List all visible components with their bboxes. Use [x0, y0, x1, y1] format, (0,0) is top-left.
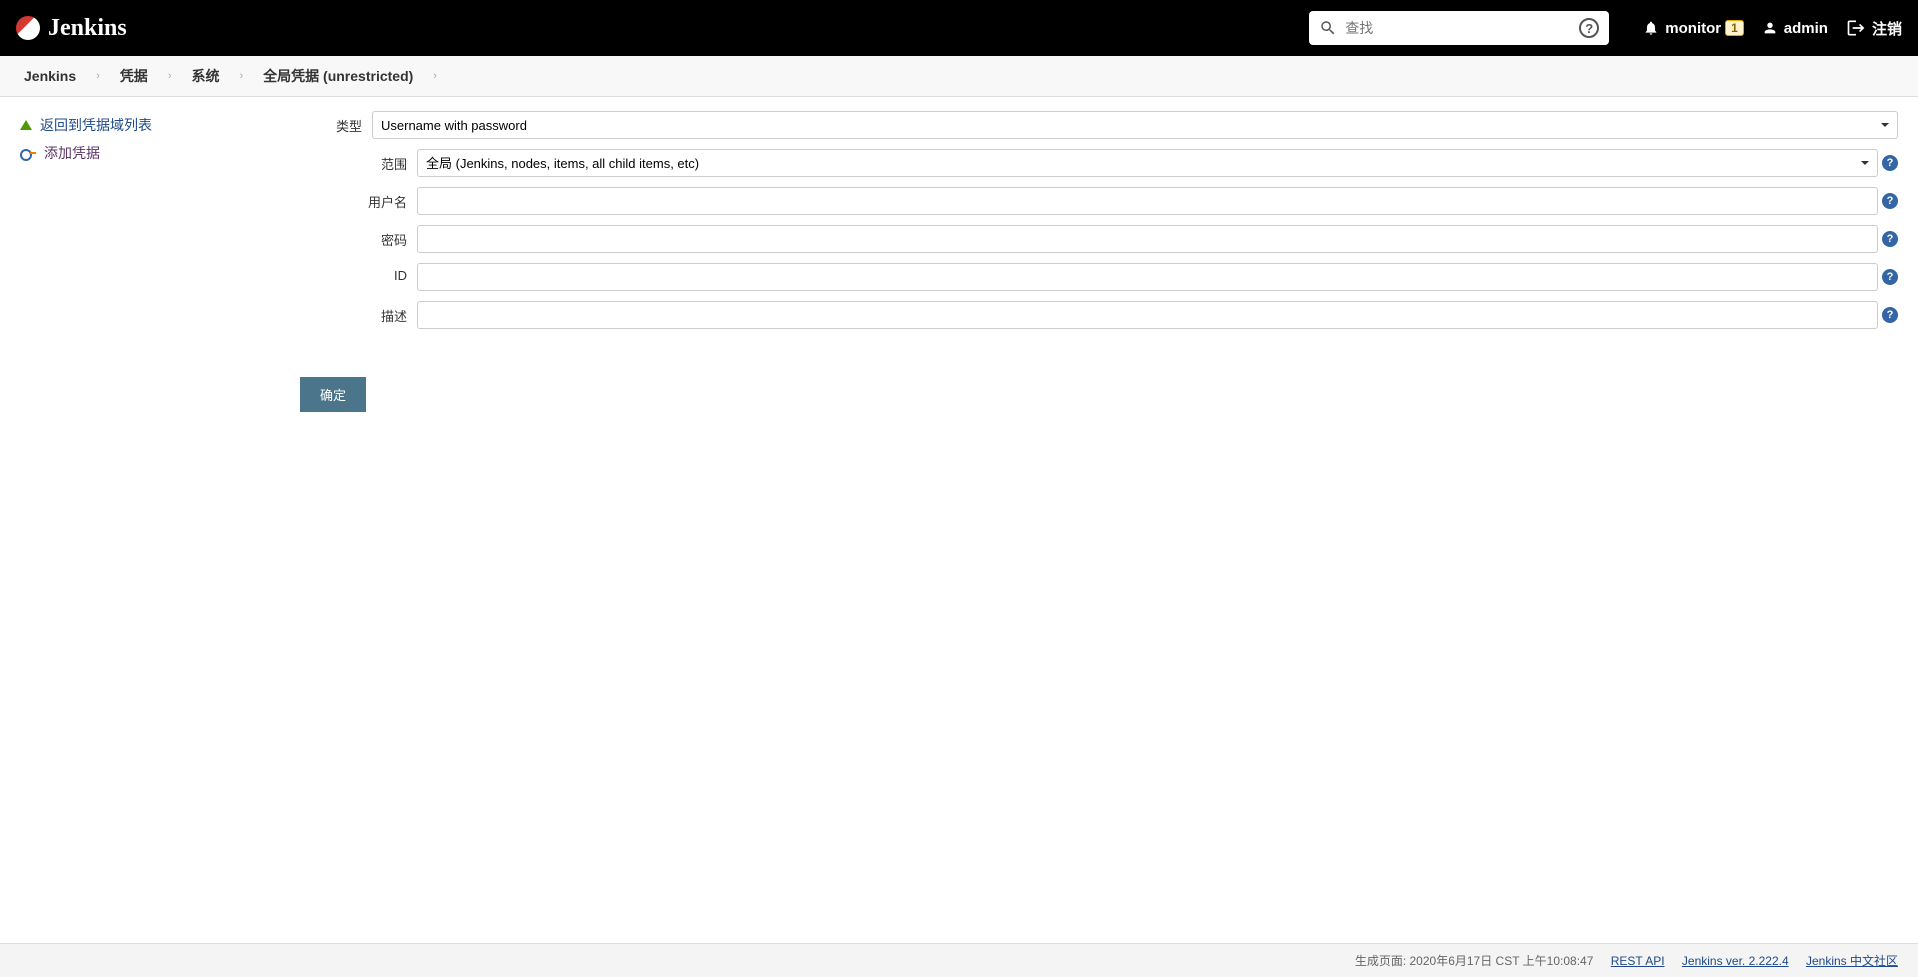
- main: 返回到凭据域列表 添加凭据 类型 Username with password …: [0, 97, 1918, 943]
- help-icon[interactable]: ?: [1882, 155, 1898, 171]
- footer-version-link[interactable]: Jenkins ver. 2.222.4: [1682, 954, 1789, 968]
- user-icon: [1762, 20, 1778, 36]
- search-input[interactable]: [1345, 20, 1575, 36]
- bell-icon: [1643, 20, 1659, 36]
- header: Jenkins ? monitor 1 admin 注销: [0, 0, 1918, 56]
- logout-icon: [1846, 18, 1866, 38]
- input-description[interactable]: [417, 301, 1878, 329]
- breadcrumb-credentials[interactable]: 凭据: [120, 66, 148, 86]
- search-box[interactable]: ?: [1309, 11, 1609, 45]
- row-type: 类型 Username with password: [300, 111, 1898, 139]
- footer-rest-api-link[interactable]: REST API: [1611, 954, 1665, 968]
- user-label: admin: [1784, 20, 1828, 37]
- select-type[interactable]: Username with password: [372, 111, 1898, 139]
- logo[interactable]: Jenkins: [16, 15, 127, 42]
- help-icon[interactable]: ?: [1882, 307, 1898, 323]
- input-username[interactable]: [417, 187, 1878, 215]
- sidebar: 返回到凭据域列表 添加凭据: [0, 97, 300, 943]
- row-scope: 范围 全局 (Jenkins, nodes, items, all child …: [345, 149, 1898, 177]
- breadcrumb-jenkins[interactable]: Jenkins: [24, 68, 76, 84]
- help-icon[interactable]: ?: [1882, 231, 1898, 247]
- label-id: ID: [345, 263, 417, 283]
- breadcrumbs: Jenkins › 凭据 › 系统 › 全局凭据 (unrestricted) …: [0, 56, 1918, 97]
- chevron-right-icon: ›: [239, 70, 243, 82]
- logout-label: 注销: [1872, 18, 1902, 39]
- input-id[interactable]: [417, 263, 1878, 291]
- row-password: 密码 ?: [345, 225, 1898, 253]
- monitor-badge: 1: [1725, 20, 1744, 36]
- select-scope[interactable]: 全局 (Jenkins, nodes, items, all child ite…: [417, 149, 1878, 177]
- label-username: 用户名: [345, 187, 417, 211]
- sidebar-back-label: 返回到凭据域列表: [40, 115, 152, 135]
- label-scope: 范围: [345, 149, 417, 173]
- chevron-right-icon: ›: [168, 70, 172, 82]
- help-icon[interactable]: ?: [1882, 193, 1898, 209]
- content: 类型 Username with password 范围 全局 (Jenkins…: [300, 97, 1918, 943]
- logo-text: Jenkins: [48, 15, 127, 42]
- chevron-right-icon: ›: [96, 70, 100, 82]
- footer-community-link[interactable]: Jenkins 中文社区: [1806, 954, 1898, 968]
- monitor-label: monitor: [1665, 20, 1721, 37]
- footer-generated: 生成页面: 2020年6月17日 CST 上午10:08:47: [1355, 954, 1594, 968]
- chevron-right-icon: ›: [433, 70, 437, 82]
- help-icon[interactable]: ?: [1882, 269, 1898, 285]
- input-password[interactable]: [417, 225, 1878, 253]
- monitor-button[interactable]: monitor 1: [1643, 20, 1744, 37]
- breadcrumb-system[interactable]: 系统: [191, 66, 219, 86]
- label-type: 类型: [300, 111, 372, 135]
- sidebar-add-link[interactable]: 添加凭据: [20, 139, 280, 167]
- logout-button[interactable]: 注销: [1846, 18, 1902, 39]
- breadcrumb-global[interactable]: 全局凭据 (unrestricted): [263, 66, 413, 86]
- label-password: 密码: [345, 225, 417, 249]
- label-description: 描述: [345, 301, 417, 325]
- search-icon: [1319, 19, 1337, 37]
- search-help-icon[interactable]: ?: [1579, 18, 1599, 38]
- footer: 生成页面: 2020年6月17日 CST 上午10:08:47 REST API…: [0, 943, 1918, 977]
- row-id: ID ?: [345, 263, 1898, 291]
- sidebar-add-label: 添加凭据: [44, 143, 100, 163]
- row-username: 用户名 ?: [345, 187, 1898, 215]
- submit-area: 确定: [300, 377, 1898, 412]
- row-description: 描述 ?: [345, 301, 1898, 329]
- sidebar-back-link[interactable]: 返回到凭据域列表: [20, 111, 280, 139]
- user-button[interactable]: admin: [1762, 20, 1828, 37]
- key-icon: [20, 145, 36, 161]
- submit-button[interactable]: 确定: [300, 377, 366, 412]
- up-arrow-icon: [20, 120, 32, 130]
- jenkins-logo-icon: [16, 16, 40, 40]
